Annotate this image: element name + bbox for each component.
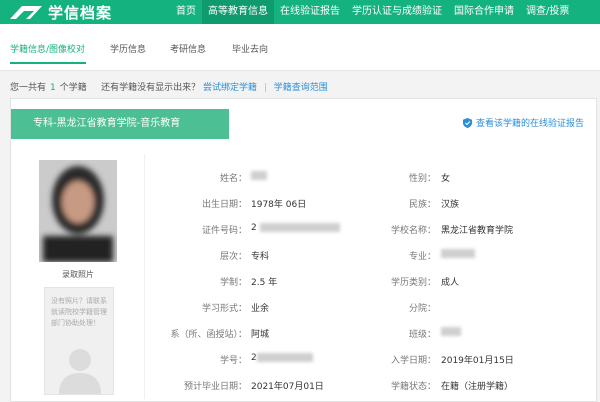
education-type-value: 成人	[441, 278, 460, 288]
query-scope-link[interactable]: 学籍查询范围	[274, 83, 328, 93]
top-nav-international[interactable]: 国际合作申请	[448, 0, 520, 24]
expected-graduation-value: 2021年07月01日	[251, 382, 324, 392]
class-label: 班级：	[408, 330, 436, 340]
redacted-mask	[441, 327, 461, 336]
duration-label: 学制：	[219, 278, 247, 288]
name-label: 姓名：	[219, 174, 247, 184]
summary-prefix: 您一共有	[10, 83, 47, 93]
name-value	[251, 171, 267, 181]
record-count: 1	[50, 83, 56, 93]
admission-photo	[39, 160, 117, 262]
column-divider	[144, 154, 145, 399]
gender-label: 性别：	[408, 174, 436, 184]
top-nav-survey[interactable]: 调查/投票	[520, 0, 575, 24]
top-nav-higher-education[interactable]: 高等教育信息	[202, 0, 274, 24]
redacted-mask	[251, 171, 267, 180]
active-tab-indicator	[10, 62, 86, 64]
department-value: 阿城	[251, 330, 270, 340]
redacted-mask	[441, 249, 475, 258]
redacted-mask	[256, 353, 313, 362]
student-id-value: 2	[251, 353, 313, 363]
ethnicity-label: 民族：	[408, 200, 436, 210]
top-nav-certification[interactable]: 学历认证与成绩验证	[346, 0, 448, 24]
photo-caption: 录取照片	[62, 270, 94, 279]
major-label: 专业：	[408, 252, 436, 262]
summary-question: 还有学籍没有显示出来？	[101, 83, 201, 93]
class-value	[441, 327, 461, 337]
record-card: 专科-黑龙江省教育学院-音乐教育 查看该学籍的在线验证报告 录取照片 没有照片？…	[10, 98, 597, 402]
top-nav: 首页 高等教育信息 在线验证报告 学历认证与成绩验证 国际合作申请 调查/投票	[170, 0, 575, 24]
shield-icon	[462, 117, 472, 128]
birth-date-label: 出生日期：	[201, 200, 247, 210]
ethnicity-value: 汉族	[441, 200, 460, 210]
sub-nav: 学籍信息/图像校对 学历信息 考研信息 毕业去向	[0, 24, 600, 71]
bind-record-link[interactable]: 尝试绑定学籍	[203, 83, 257, 93]
logo-text: 学信档案	[48, 3, 113, 22]
verify-report-label: 查看该学籍的在线验证报告	[475, 119, 584, 129]
branch-label: 分院：	[408, 304, 436, 314]
no-photo-placeholder: 没有照片？请联系就读院校学籍管理部门协助处理！	[44, 287, 114, 395]
tab-student-status[interactable]: 学籍信息/图像校对	[10, 42, 85, 55]
separator: |	[263, 83, 267, 93]
enrollment-date-value: 2019年01月15日	[441, 356, 514, 366]
school-name-label: 学校名称：	[390, 226, 436, 236]
study-mode-value: 业余	[251, 304, 270, 314]
verify-report-link[interactable]: 查看该学籍的在线验证报告	[462, 116, 584, 129]
expected-graduation-label: 预计毕业日期：	[183, 382, 247, 392]
logo-icon	[10, 6, 42, 19]
id-number-value: 2	[251, 223, 340, 233]
no-photo-text: 没有照片？请联系就读院校学籍管理部门协助处理！	[51, 297, 107, 327]
level-label: 层次：	[219, 252, 247, 262]
record-banner: 专科-黑龙江省教育学院-音乐教育	[11, 109, 229, 139]
school-name-value: 黑龙江省教育学院	[441, 226, 514, 236]
major-value	[441, 249, 475, 259]
redacted-mask	[259, 223, 340, 232]
status-value: 在籍（注册学籍）	[441, 382, 514, 392]
top-nav-online-report[interactable]: 在线验证报告	[274, 0, 346, 24]
tab-education[interactable]: 学历信息	[110, 42, 146, 55]
level-value: 专科	[251, 252, 270, 262]
id-number-label: 证件号码：	[201, 226, 247, 236]
enrollment-date-label: 入学日期：	[390, 356, 436, 366]
status-label: 学籍状态：	[390, 382, 436, 392]
tab-postgraduate[interactable]: 考研信息	[170, 42, 206, 55]
avatar-placeholder-icon	[59, 349, 101, 394]
education-type-label: 学历类别：	[390, 278, 436, 288]
birth-date-value: 1978年 06日	[251, 200, 307, 210]
summary-suffix: 个学籍	[59, 83, 87, 93]
tab-graduation-destination[interactable]: 毕业去向	[232, 42, 268, 55]
top-bar: 学信档案 首页 高等教育信息 在线验证报告 学历认证与成绩验证 国际合作申请 调…	[0, 0, 600, 24]
summary-line: 您一共有 1 个学籍 还有学籍没有显示出来？ 尝试绑定学籍 | 学籍查询范围	[10, 80, 328, 93]
student-id-label: 学号：	[219, 356, 247, 366]
duration-value: 2.5 年	[251, 278, 278, 288]
top-nav-home[interactable]: 首页	[170, 0, 202, 24]
logo[interactable]: 学信档案	[8, 2, 112, 22]
study-mode-label: 学习形式：	[201, 304, 247, 314]
gender-value: 女	[441, 174, 451, 184]
department-label: 系（所、函授站）：	[170, 330, 247, 340]
